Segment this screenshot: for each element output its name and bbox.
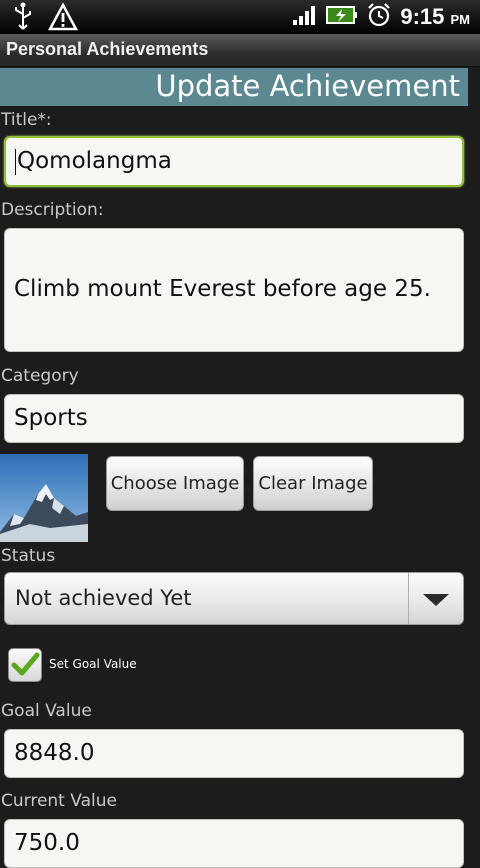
checkmark-icon <box>11 652 40 676</box>
dropdown-arrow-icon[interactable] <box>408 573 463 624</box>
screen-heading-text: Update Achievement <box>155 69 460 103</box>
current-value: 750.0 <box>14 830 80 856</box>
current-value-field[interactable]: 750.0 <box>4 819 464 868</box>
warning-icon <box>47 2 79 36</box>
title-label: Title*: <box>1 110 52 130</box>
signal-icon <box>292 4 318 30</box>
app-title: Personal Achievements <box>6 39 209 59</box>
usb-icon <box>10 2 36 36</box>
screen-heading: Update Achievement <box>0 68 468 106</box>
title-field[interactable]: Qomolangma <box>4 136 464 187</box>
status-dropdown[interactable]: Not achieved Yet <box>4 572 464 625</box>
description-label: Description: <box>1 200 104 220</box>
category-label: Category <box>1 366 79 386</box>
status-bar: 9:15 PM <box>0 0 480 34</box>
clear-image-button[interactable]: Clear Image <box>253 456 373 511</box>
category-value: Sports <box>14 405 88 431</box>
app-title-bar: Personal Achievements <box>0 34 480 67</box>
choose-image-button[interactable]: Choose Image <box>106 456 244 511</box>
description-value: Climb mount Everest before age 25. <box>14 276 431 302</box>
clock: 9:15 PM <box>400 4 470 29</box>
goal-value: 8848.0 <box>14 740 95 766</box>
set-goal-checkbox[interactable] <box>8 648 42 682</box>
battery-charging-icon <box>326 5 358 29</box>
goal-value-label: Goal Value <box>1 701 92 721</box>
alarm-icon <box>366 2 392 32</box>
achievement-image <box>0 454 88 542</box>
category-field[interactable]: Sports <box>4 394 464 443</box>
status-value: Not achieved Yet <box>15 586 192 610</box>
description-field[interactable]: Climb mount Everest before age 25. <box>4 228 464 352</box>
current-value-label: Current Value <box>1 791 117 811</box>
set-goal-label: Set Goal Value <box>49 657 137 671</box>
status-label: Status <box>1 546 56 566</box>
title-value: Qomolangma <box>17 148 172 174</box>
goal-value-field[interactable]: 8848.0 <box>4 729 464 778</box>
